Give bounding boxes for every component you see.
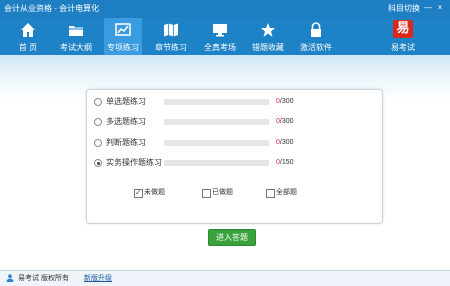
nav-label: 专项练习	[107, 43, 139, 52]
nav-special-practice[interactable]: 专项练习	[104, 18, 142, 55]
progress-bar	[164, 160, 269, 166]
checkbox-undone[interactable]	[134, 187, 143, 199]
minimize-button[interactable]: —	[424, 4, 432, 12]
person-icon	[6, 274, 14, 282]
lock-icon	[311, 22, 321, 37]
radio-single-choice[interactable]	[94, 98, 102, 106]
nav-label: 首 页	[18, 43, 38, 52]
progress-count: 0/150	[276, 157, 294, 169]
brand-yikaoshi[interactable]: 易 易考试	[386, 18, 420, 55]
progress-count: 0/300	[276, 116, 294, 128]
filter-label: 已做题	[212, 189, 233, 196]
brand-logo: 易	[393, 20, 413, 38]
total-count: 150	[281, 159, 294, 166]
nav-home[interactable]: 首 页	[8, 18, 48, 55]
folder-icon	[69, 26, 83, 36]
checkbox-all[interactable]	[266, 189, 275, 198]
progress-bar	[164, 119, 269, 125]
nav-label: 考试大纲	[60, 43, 92, 52]
nav-wrong-favorites[interactable]: 错题收藏	[248, 18, 288, 55]
practice-type-label: 多选题练习	[106, 117, 146, 126]
total-count: 300	[281, 98, 294, 105]
map-icon	[164, 23, 178, 37]
filter-label: 全部题	[276, 189, 297, 196]
practice-type-label: 单选题练习	[106, 97, 146, 106]
checkbox-done[interactable]	[202, 189, 211, 198]
star-icon	[261, 23, 275, 37]
nav-label: 章节练习	[155, 43, 187, 52]
progress-bar	[164, 99, 269, 105]
radio-multi-choice[interactable]	[94, 118, 102, 126]
progress-count: 0/300	[276, 96, 294, 108]
nav-label: 错题收藏	[252, 43, 284, 52]
total-count: 300	[281, 139, 294, 146]
nav-mock-exam[interactable]: 全真考场	[200, 18, 240, 55]
practice-type-label: 实务操作题练习	[106, 158, 162, 167]
window-title: 会计从业资格 - 会计电算化	[4, 4, 100, 13]
window-controls: — ×	[422, 0, 448, 18]
total-count: 300	[281, 118, 294, 125]
brand-label: 易考试	[391, 43, 415, 52]
copyright-text: 易考试 版权所有	[18, 275, 69, 282]
main-toolbar: 首 页 考试大纲 专项练习 章节练习 全真考场 错题收藏 激活软件 易 易考试	[0, 18, 450, 55]
enter-answer-button[interactable]: 进入答题	[208, 229, 256, 246]
close-button[interactable]: ×	[436, 4, 444, 12]
title-bar: 会计从业资格 - 会计电算化 科目切换 — ×	[0, 0, 450, 18]
practice-type-label: 判断题练习	[106, 138, 146, 147]
chart-icon	[115, 23, 131, 36]
nav-label: 全真考场	[204, 43, 236, 52]
monitor-icon	[213, 24, 227, 37]
nav-label: 激活软件	[300, 43, 332, 52]
filter-label: 未做题	[144, 189, 165, 196]
upgrade-link[interactable]: 新版升级	[84, 271, 112, 286]
nav-activate-software[interactable]: 激活软件	[296, 18, 336, 55]
radio-true-false[interactable]	[94, 139, 102, 147]
progress-count: 0/300	[276, 137, 294, 149]
nav-syllabus[interactable]: 考试大纲	[54, 18, 98, 55]
nav-chapter-practice[interactable]: 章节练习	[150, 18, 192, 55]
radio-practical-operation[interactable]	[94, 159, 102, 167]
subject-switch-button[interactable]: 科目切换	[388, 0, 420, 18]
status-bar: 易考试 版权所有 新版升级	[0, 270, 450, 286]
home-icon	[21, 23, 35, 37]
progress-bar	[164, 140, 269, 146]
